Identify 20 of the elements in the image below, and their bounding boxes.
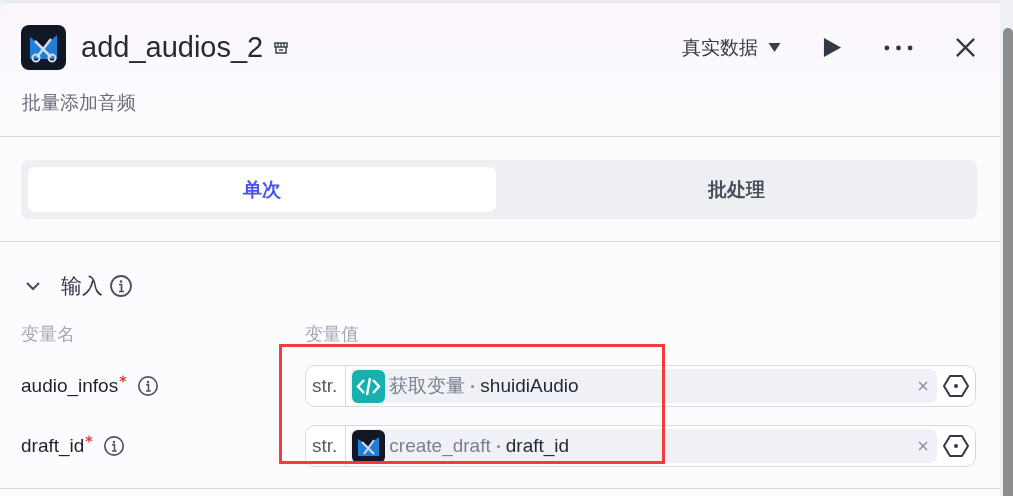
variable-name: audio_infos bbox=[21, 375, 119, 397]
variable-value-field[interactable]: str. 获取变量 shuidiAudio bbox=[305, 365, 976, 407]
variable-value-field[interactable]: str. create_draft draft_id bbox=[305, 425, 976, 467]
tab[interactable]: 批处理 bbox=[502, 167, 970, 212]
variable-name: draft_id bbox=[21, 435, 85, 457]
column-header: 变量名 bbox=[21, 323, 76, 346]
section-title: 输入 bbox=[61, 273, 103, 299]
source-node-name: 获取变量 bbox=[389, 374, 466, 398]
column-header: 变量值 bbox=[305, 323, 360, 346]
data-mode-dropdown[interactable]: 真实数据 bbox=[682, 34, 781, 61]
variable-name: shuidiAudio bbox=[480, 375, 579, 397]
source-node-name: create_draft bbox=[389, 435, 491, 457]
type-label: str. bbox=[306, 366, 347, 406]
node-description: 批量添加音频 bbox=[21, 91, 137, 115]
variable-name: draft_id bbox=[505, 435, 570, 457]
variable-reference[interactable]: 获取变量 shuidiAudio bbox=[350, 369, 937, 403]
type-label: str. bbox=[306, 426, 347, 466]
variable-reference[interactable]: create_draft draft_id bbox=[350, 429, 937, 463]
node-title: add_audios_2 bbox=[81, 31, 264, 64]
tab[interactable]: 单次 bbox=[28, 167, 496, 212]
